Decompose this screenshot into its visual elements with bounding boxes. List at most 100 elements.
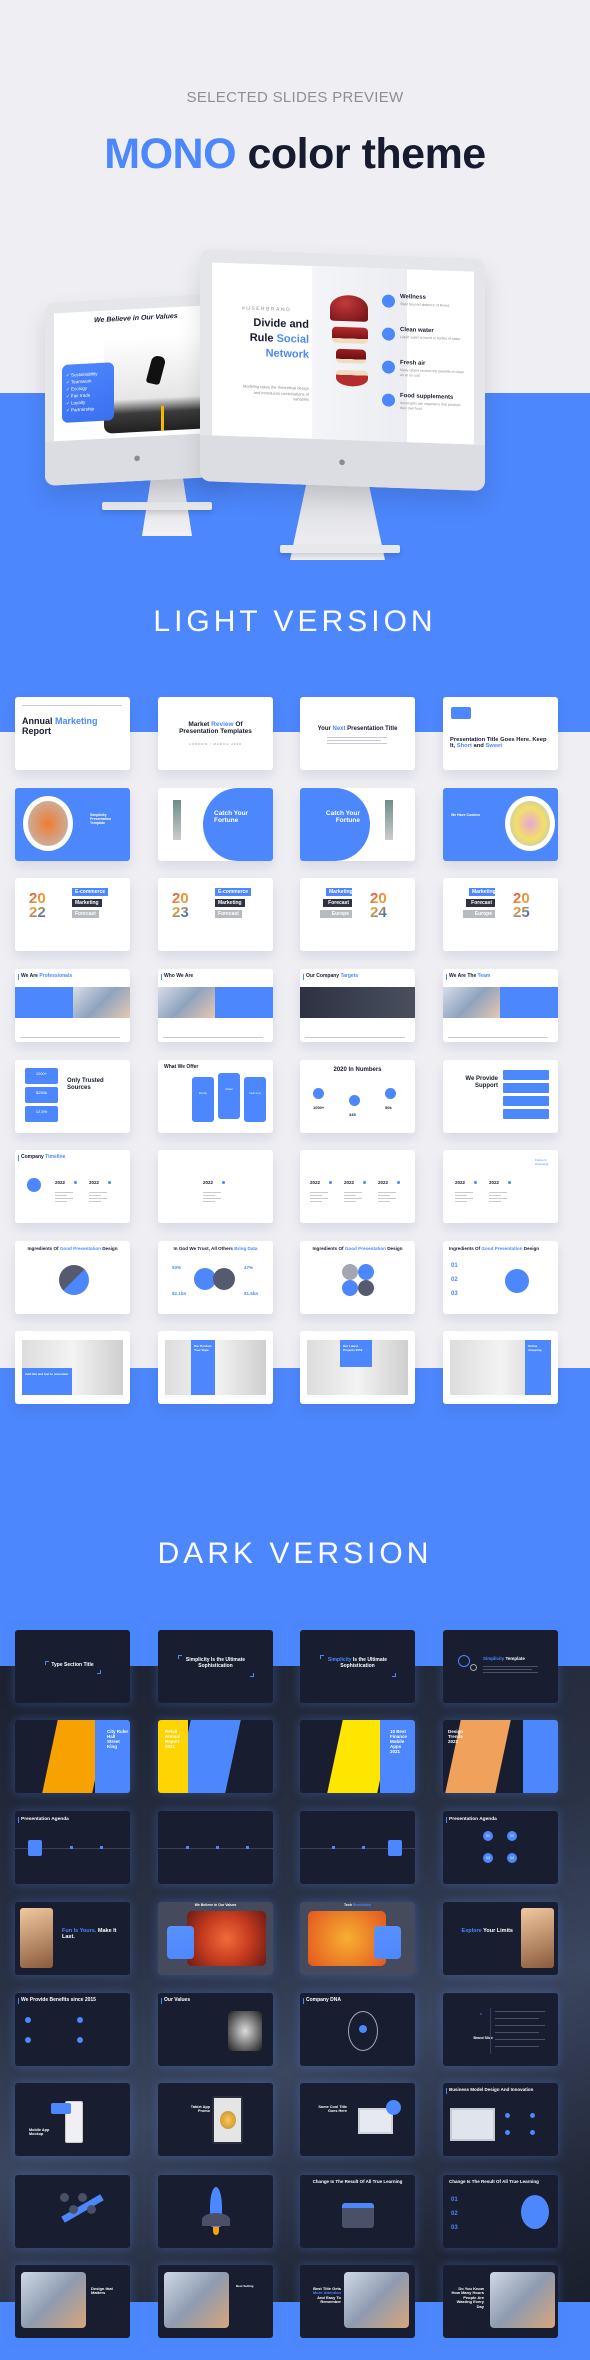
slide-thumbnail[interactable]: Add title and text to remember: [15, 1331, 130, 1404]
slide-thumbnail[interactable]: Presentation Agenda: [15, 1811, 130, 1884]
slide-thumbnail[interactable]: Presentation Title Goes Here. Keep It, S…: [443, 697, 558, 770]
slide-thumbnail[interactable]: Simplicity Is the Ultimate Sophisticatio…: [300, 1630, 415, 1703]
slide-thumbnail[interactable]: Company Timeline 2022 2022: [15, 1150, 130, 1223]
slide-thumbnail[interactable]: Ingredients Of Good Presentation Design 0…: [443, 1241, 558, 1314]
person-photo: [21, 2272, 86, 2328]
slide-thumbnail[interactable]: [300, 1811, 415, 1884]
slide-title-part: Design: [100, 1246, 118, 1251]
slide-thumbnail[interactable]: Your Next Presentation Title: [300, 697, 415, 770]
slide-thumbnail[interactable]: Mobile App Mockup: [15, 2083, 130, 2156]
text-line: [203, 1198, 221, 1199]
slide-thumbnail[interactable]: Future Is Promising 2022 2022: [443, 1150, 558, 1223]
slide-thumbnail[interactable]: 20 23 E-commerce Marketing Forecast: [158, 878, 273, 951]
slide-thumbnail[interactable]: Do You Know How Many Hours People Are Wa…: [443, 2265, 558, 2338]
slide-thumbnail[interactable]: Simplicity Template: [443, 1630, 558, 1703]
feature-text: State beyond absence of illness: [400, 302, 450, 308]
slide-thumbnail[interactable]: Change Is The Result Of All True Learnin…: [300, 2175, 415, 2248]
slide-thumbnail[interactable]: Our Values: [158, 1993, 273, 2066]
slide-thumbnail[interactable]: Catch Your Fortune: [300, 788, 415, 861]
presentation-icon: [28, 1840, 42, 1856]
slide-thumbnail[interactable]: We Are Professionals: [15, 969, 130, 1042]
slide-thumbnail[interactable]: Retail Annual Report 2021: [158, 1720, 273, 1793]
slide-thumbnail[interactable]: Some Cool Title Goes Here: [300, 2083, 415, 2156]
slide-thumbnail[interactable]: Who We Are: [158, 969, 273, 1042]
slide-title-part: City Ruler Hall Street King: [107, 1729, 129, 1749]
slide-thumbnail[interactable]: Presentation Agenda 01 02 03 04: [443, 1811, 558, 1884]
title-rest: color theme: [236, 130, 486, 178]
slide-thumbnail[interactable]: Our Company Targets: [300, 969, 415, 1042]
slide-thumbnail[interactable]: [15, 2175, 130, 2248]
timeline-year: 2022: [310, 1180, 321, 1185]
slide-thumbnail[interactable]: Ingredients Of Good Presentation Design: [300, 1241, 415, 1314]
text-line: [89, 1198, 107, 1199]
slide-thumbnail[interactable]: Design Trends 2022: [443, 1720, 558, 1793]
slide-thumbnail[interactable]: 10 Best Finance Mobile Apps 2021: [300, 1720, 415, 1793]
timeline-dot: [363, 1181, 366, 1184]
slide-thumbnail[interactable]: Market Review Of Presentation Templates L…: [158, 697, 273, 770]
year-graphic: 20 23: [172, 892, 202, 921]
slide-thumbnail[interactable]: Ingredients Of Good Presentation Design: [15, 1241, 130, 1314]
slide-title: Tech Revolution: [300, 1903, 415, 1908]
text-line: [89, 1192, 107, 1193]
slide-title-part: We Provide Benefits since 2015: [21, 1997, 96, 2003]
slide-title: City Ruler Hall Street King: [107, 1729, 129, 1750]
slide-title-part: Tech: [344, 1903, 353, 1907]
slide-thumbnail[interactable]: We Believe in Our Values: [158, 1902, 273, 1975]
slide-thumbnail[interactable]: 20 22 E-commerce Marketing Forecast: [15, 878, 130, 951]
slide-thumbnail[interactable]: Best Setting: [158, 2265, 273, 2338]
slide-thumbnail[interactable]: Brand Slide “: [443, 1993, 558, 2066]
slide-thumbnail[interactable]: 20 25 Marketing Forecast Europe: [443, 878, 558, 951]
slide-thumbnail[interactable]: Best Title Gets More Attention And Easy …: [300, 2265, 415, 2338]
slide-thumbnail[interactable]: Company DNA: [300, 1993, 415, 2066]
slide-thumbnail[interactable]: Business Model Design And Innovation: [443, 2083, 558, 2156]
slide-thumbnail[interactable]: 2020 In Numbers 1000+ 345 50k: [300, 1060, 415, 1133]
slide-thumbnail[interactable]: Our Latest Projects 2019: [300, 1331, 415, 1404]
slide-title-part: Targets: [340, 973, 359, 979]
slide-thumbnail[interactable]: We Provide Support: [443, 1060, 558, 1133]
slide-thumbnail[interactable]: 2022 2022 2022: [300, 1150, 415, 1223]
slide-thumbnail[interactable]: Fun Is Yours. Make It Last.: [15, 1902, 130, 1975]
slide-thumbnail[interactable]: Annual Marketing Report: [15, 697, 130, 770]
slide-title: We Believe in Our Values: [158, 1903, 273, 1908]
slide-thumbnail[interactable]: Tech Revolution: [300, 1902, 415, 1975]
slide-thumbnail[interactable]: Our Product Your Style: [158, 1331, 273, 1404]
slide-thumbnail[interactable]: Tablet App Promo: [158, 2083, 273, 2156]
slide-thumbnail[interactable]: Type Section Title: [15, 1630, 130, 1703]
slide-thumbnail[interactable]: Design that Matters: [15, 2265, 130, 2338]
timeline-dot: [216, 1846, 219, 1849]
list-number: 03: [451, 2225, 458, 2231]
slide-title-part: And Easy To Remember: [317, 2294, 341, 2305]
timeline-dot: [329, 1181, 332, 1184]
slide-thumbnail[interactable]: 2022: [158, 1150, 273, 1223]
slide-thumbnail[interactable]: We Are The Team: [443, 969, 558, 1042]
text-line: [344, 1201, 356, 1202]
slide-thumbnail[interactable]: Change Is The Result Of All True Learnin…: [443, 2175, 558, 2248]
slide-title-part: Team: [477, 973, 491, 979]
blue-card: [374, 1926, 401, 1959]
slide-thumbnail[interactable]: Catch Your Fortune: [158, 788, 273, 861]
text-line: [327, 743, 387, 744]
slide-thumbnail[interactable]: [158, 1811, 273, 1884]
slide-thumbnail[interactable]: We Have Cookies: [443, 788, 558, 861]
slide-title-part: Presentation Agenda: [21, 1817, 69, 1822]
timeline-dot: [508, 1181, 511, 1184]
slide-thumbnail[interactable]: What We Offer Identity Global Clean Line: [158, 1060, 273, 1133]
offer-card: Clean Line: [244, 1077, 266, 1122]
slide-thumbnail[interactable]: Simplicity Is the Ultimate Sophisticatio…: [158, 1630, 273, 1703]
building-photo: [385, 800, 393, 840]
slide-thumbnail[interactable]: We Provide Benefits since 2015: [15, 1993, 130, 2066]
slide-thumbnail[interactable]: City Ruler Hall Street King: [15, 1720, 130, 1793]
text-line: [483, 1666, 538, 1667]
tag-label: Forecast: [215, 910, 242, 918]
slide-thumbnail[interactable]: [158, 2175, 273, 2248]
check-icon: [25, 2017, 31, 2023]
slide-thumbnail[interactable]: 20 24 Marketing Forecast Europe: [300, 878, 415, 951]
slide-thumbnail[interactable]: Explore Your Limits: [443, 1902, 558, 1975]
title-bar-marker: [303, 1998, 304, 2004]
slide-thumbnail[interactable]: 1000+ $250k 12,5% Only Trusted Sources: [15, 1060, 130, 1133]
slide-thumbnail[interactable]: Simplicity Presentation Template: [15, 788, 130, 861]
slide-thumbnail[interactable]: In God We Trust, All Others Bring Data 53…: [158, 1241, 273, 1314]
slide-thumbnail[interactable]: Online shopping: [443, 1331, 558, 1404]
stat-box: 12,5%: [25, 1106, 58, 1122]
slide-title-part: Ingredients Of: [27, 1246, 60, 1251]
